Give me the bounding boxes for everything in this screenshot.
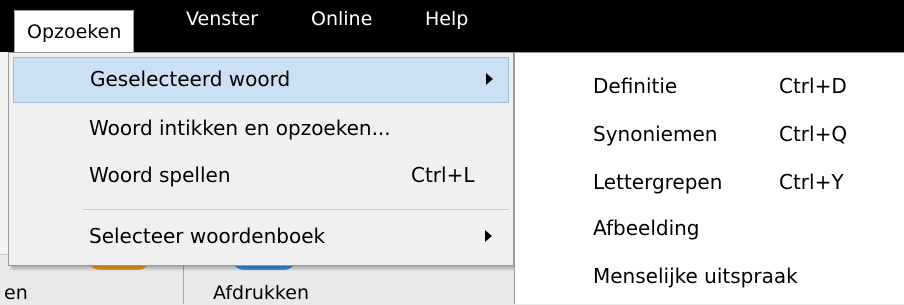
menu-item-label: Selecteer woordenboek: [89, 224, 326, 248]
menu-online[interactable]: Online: [299, 0, 384, 42]
menu-bar: Opzoeken Venster Online Help: [0, 0, 904, 52]
menu-item-woord-spellen[interactable]: Woord spellen Ctrl+L: [13, 154, 509, 200]
submenu-item-menselijke-uitspraak[interactable]: Menselijke uitspraak: [523, 255, 899, 301]
submenu-arrow-icon: [485, 230, 492, 242]
menu-venster[interactable]: Venster: [174, 0, 270, 42]
geselecteerd-woord-submenu: Definitie Ctrl+D Synoniemen Ctrl+Q Lette…: [514, 52, 904, 304]
submenu-arrow-icon: [486, 73, 493, 85]
submenu-item-label: Synoniemen: [593, 122, 718, 146]
menu-opzoeken[interactable]: Opzoeken: [14, 10, 135, 52]
submenu-item-lettergrepen[interactable]: Lettergrepen Ctrl+Y: [523, 161, 899, 207]
submenu-item-label: Afbeelding: [593, 216, 700, 240]
menu-item-label: Geselecteerd woord: [90, 67, 291, 91]
submenu-item-label: Definitie: [593, 74, 678, 98]
submenu-item-shortcut: Ctrl+Q: [779, 122, 848, 146]
print-button-label[interactable]: Afdrukken: [213, 282, 309, 304]
menu-item-shortcut: Ctrl+L: [411, 163, 475, 187]
menu-item-label: Woord spellen: [89, 163, 231, 187]
menu-separator: [83, 209, 509, 210]
submenu-item-label: Menselijke uitspraak: [593, 264, 798, 288]
submenu-item-shortcut: Ctrl+D: [779, 74, 847, 98]
menu-item-selecteer-woordenboek[interactable]: Selecteer woordenboek: [13, 215, 509, 261]
menu-item-woord-intikken[interactable]: Woord intikken en opzoeken...: [13, 107, 509, 153]
submenu-item-shortcut: Ctrl+Y: [779, 170, 844, 194]
submenu-item-synoniemen[interactable]: Synoniemen Ctrl+Q: [523, 113, 899, 159]
submenu-item-afbeelding[interactable]: Afbeelding: [523, 207, 899, 253]
submenu-item-label: Lettergrepen: [593, 170, 723, 194]
opzoeken-dropdown-menu: Geselecteerd woord Woord intikken en opz…: [8, 52, 514, 266]
toolbar-button-label[interactable]: en: [4, 282, 28, 304]
menu-item-geselecteerd-woord[interactable]: Geselecteerd woord: [13, 57, 509, 103]
menu-help[interactable]: Help: [413, 0, 480, 42]
submenu-item-definitie[interactable]: Definitie Ctrl+D: [523, 65, 899, 111]
menu-item-label: Woord intikken en opzoeken...: [89, 116, 391, 140]
